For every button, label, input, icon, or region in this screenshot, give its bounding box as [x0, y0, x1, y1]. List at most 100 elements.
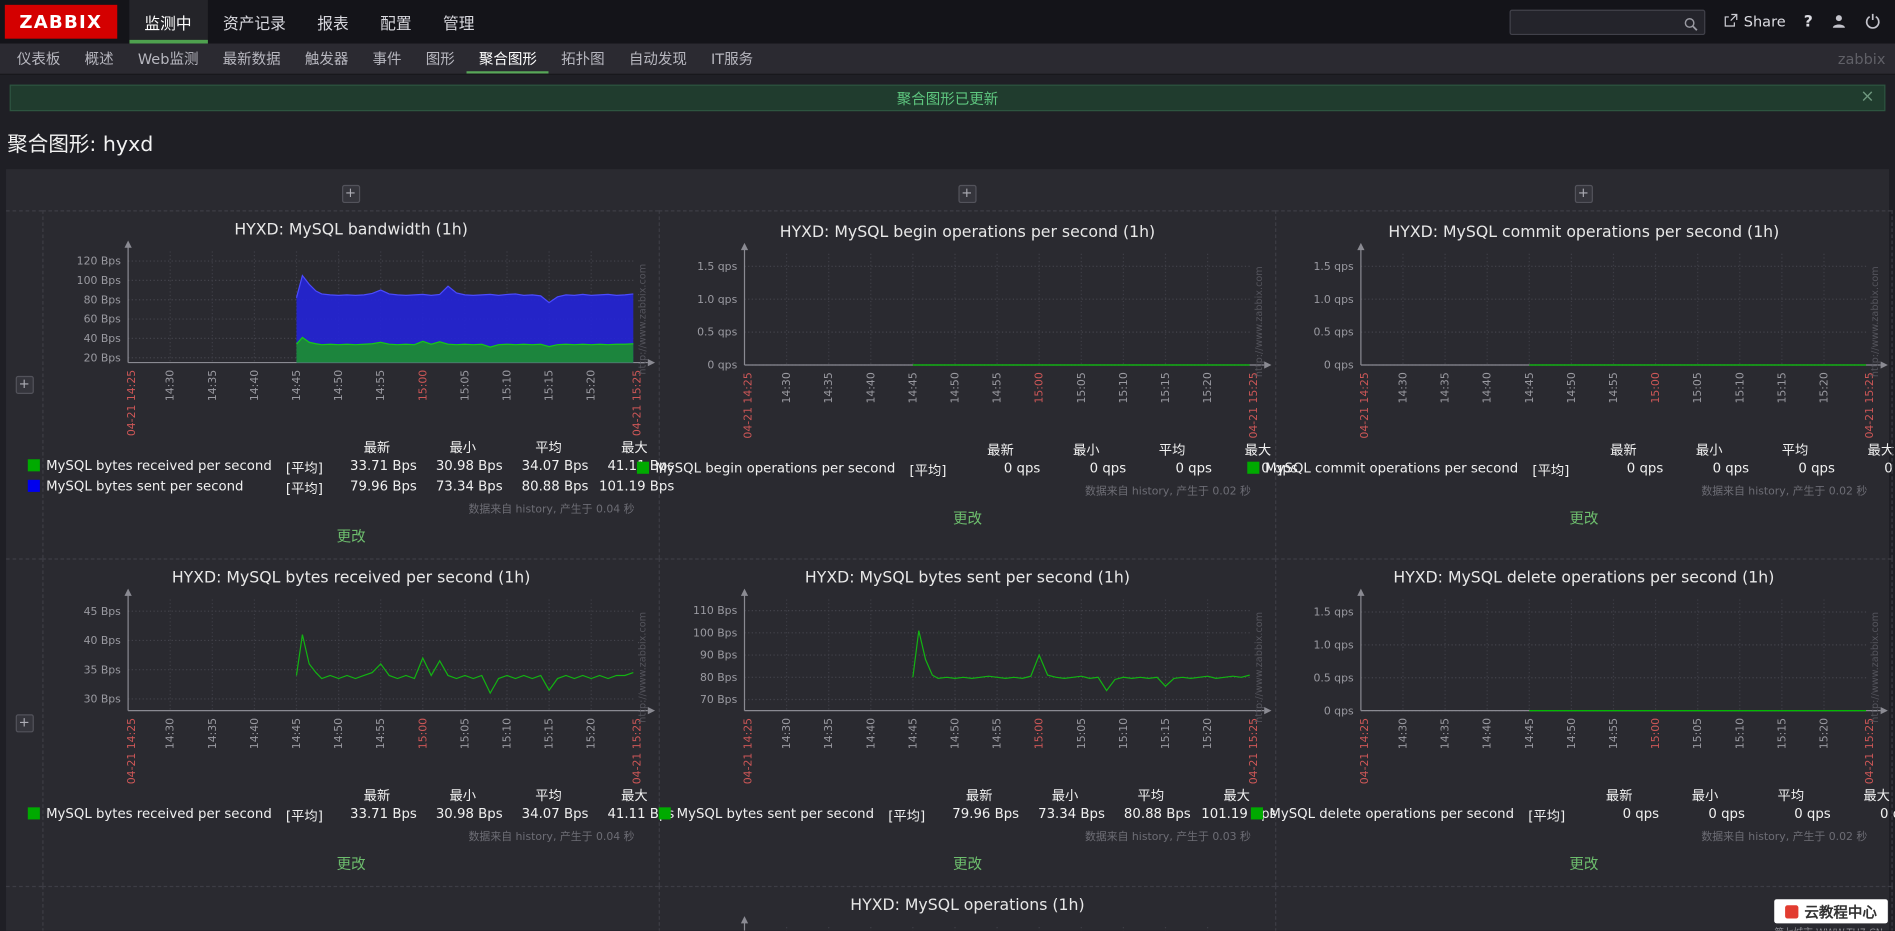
- column-header-cell: +: [42, 176, 658, 210]
- y-tick-label: 100 Bps: [77, 274, 122, 287]
- x-tick-label: 14:40: [1481, 718, 1494, 749]
- tab-latest-data[interactable]: 最新数据: [211, 44, 293, 74]
- legend-stat-value: 0 qps: [1175, 460, 1212, 477]
- x-tick-label: 14:35: [206, 718, 219, 749]
- legend-calc-type: [平均]: [1532, 462, 1570, 479]
- menu-configuration[interactable]: 配置: [364, 0, 427, 44]
- x-tick-label: 14:35: [822, 718, 835, 749]
- add-column-button[interactable]: +: [957, 184, 976, 203]
- menu-administration[interactable]: 管理: [427, 0, 490, 44]
- graph-canvas: 0.3 qps0.2 qps0.1 qps0 qps14:3014:3514:4…: [740, 916, 1209, 931]
- x-edge-label: 04-21 14:25: [125, 370, 138, 436]
- tab-web[interactable]: Web监测: [126, 44, 211, 74]
- share-button[interactable]: Share: [1723, 13, 1786, 31]
- y-tick-label: 110 Bps: [693, 604, 738, 617]
- zabbix-watermark: http://www.zabbix.com: [637, 612, 648, 723]
- legend-spacer: [901, 440, 954, 459]
- change-link[interactable]: 更改: [953, 510, 982, 527]
- top-filler-cell: [1891, 176, 1892, 210]
- profile-button[interactable]: [1831, 10, 1847, 33]
- add-row-button[interactable]: +: [15, 375, 34, 395]
- y-tick-label: 35 Bps: [84, 663, 122, 676]
- legend-stat-value: 0 qps: [1798, 460, 1835, 477]
- change-link[interactable]: 更改: [953, 856, 982, 873]
- legend-spacer: [1251, 786, 1514, 805]
- legend-calc-type: [平均]: [909, 462, 947, 479]
- screen-corner: [6, 176, 42, 210]
- legend-spacer: [1524, 440, 1577, 459]
- x-tick-label: 15:15: [1159, 372, 1172, 403]
- legend-stat-header: 最小: [1051, 788, 1079, 804]
- graph-title: HYXD: MySQL bytes sent per second (1h): [804, 569, 1131, 588]
- legend-calc-type: [平均]: [285, 481, 323, 497]
- legend-stat-value: 73.34 Bps: [1038, 806, 1105, 822]
- tab-discovery[interactable]: 自动发现: [617, 44, 699, 74]
- x-tick-label: 14:40: [248, 370, 261, 401]
- legend-spacer: [880, 786, 933, 805]
- graph-action-row: 更改: [1276, 505, 1891, 528]
- add-row-button[interactable]: +: [15, 713, 34, 732]
- x-tick-label: 14:40: [864, 372, 877, 403]
- row-filler-cell: [1891, 558, 1893, 886]
- tab-screens[interactable]: 聚合图形: [467, 44, 549, 74]
- server-name-label: zabbix: [1837, 50, 1886, 68]
- change-link[interactable]: 更改: [337, 856, 366, 873]
- tab-events[interactable]: 事件: [360, 44, 413, 74]
- y-tick-label: 60 Bps: [84, 313, 122, 326]
- tab-it-services[interactable]: IT服务: [699, 44, 765, 74]
- graph-action-row: 更改: [660, 505, 1275, 528]
- legend-stat-header: 最小: [449, 788, 477, 804]
- y-tick-label: 1.5 qps: [697, 260, 738, 273]
- search-icon[interactable]: [1683, 14, 1698, 37]
- change-link[interactable]: 更改: [337, 528, 366, 545]
- x-tick-label: 14:30: [1396, 718, 1409, 749]
- tab-overview[interactable]: 概述: [73, 44, 126, 74]
- message-close-icon[interactable]: ×: [1860, 87, 1874, 106]
- tab-dashboard[interactable]: 仪表板: [5, 44, 73, 74]
- legend-calc-type: [平均]: [285, 460, 323, 477]
- x-tick-label: 15:15: [1159, 718, 1172, 749]
- change-link[interactable]: 更改: [1569, 510, 1598, 527]
- x-tick-label: 15:05: [458, 718, 471, 749]
- topnav-right-cluster: Share ?: [1509, 0, 1895, 44]
- legend-swatch: [27, 807, 41, 820]
- y-tick-label: 1.5 qps: [1313, 260, 1354, 273]
- legend-stat-header: 最小: [449, 439, 477, 456]
- graph-legend: 最新 最小 平均 最大 MySQL bytes received per second[…: [27, 438, 674, 498]
- x-edge-label: 04-21 15:25: [630, 370, 643, 436]
- add-column-button[interactable]: +: [1574, 184, 1593, 203]
- x-tick-label: 14:55: [991, 718, 1004, 749]
- tab-triggers[interactable]: 触发器: [293, 44, 361, 74]
- help-button[interactable]: ?: [1804, 13, 1813, 31]
- graph-action-row: 更改: [1276, 851, 1891, 874]
- search-input[interactable]: [1509, 9, 1706, 35]
- menu-inventory[interactable]: 资产记录: [207, 0, 301, 44]
- tab-graphs[interactable]: 图形: [414, 44, 467, 74]
- x-tick-label: 14:45: [290, 370, 303, 401]
- graph-generation-note: 数据来自 history, 产生于 0.03 秒: [1084, 831, 1251, 844]
- legend-stat-header: 平均: [1777, 788, 1805, 804]
- graph-canvas: 1.5 qps 1.0 qps 0.5 qps 0 qps 14:30 14:35 14:4…: [697, 242, 1272, 439]
- x-tick-label: 14:55: [1607, 372, 1620, 403]
- graph-canvas: 1.5 qps 1.0 qps 0.5 qps 0 qps 14:30 14:35 14:4…: [1313, 242, 1888, 439]
- y-tick-label: 1.0 qps: [1313, 638, 1354, 651]
- badge-text: 云教程中心: [1804, 903, 1877, 921]
- graph-title: HYXD: MySQL delete operations per second…: [1393, 569, 1775, 588]
- menu-reports[interactable]: 报表: [302, 0, 365, 44]
- menu-monitoring[interactable]: 监测中: [128, 0, 208, 44]
- logout-button[interactable]: [1865, 10, 1881, 33]
- legend-stat-header: 平均: [535, 788, 562, 804]
- zabbix-watermark: http://www.zabbix.com: [1870, 612, 1881, 723]
- add-column-button[interactable]: +: [341, 184, 360, 203]
- main-menu: 监测中 资产记录 报表 配置 管理: [128, 0, 490, 44]
- y-tick-label: 1.0 qps: [1313, 293, 1354, 306]
- legend-stat-header: 平均: [535, 439, 562, 456]
- change-link[interactable]: 更改: [1569, 856, 1598, 873]
- legend-stat-value: 0 qps: [1089, 460, 1127, 477]
- zabbix-logo[interactable]: ZABBIX: [4, 4, 117, 39]
- x-tick-label: 14:45: [1523, 372, 1536, 403]
- x-tick-label: 15:15: [1775, 372, 1788, 403]
- screen-cell: HYXD: MySQL begin operations per second …: [637, 210, 1298, 559]
- legend-series-name: MySQL bytes received per second: [27, 458, 272, 477]
- tab-maps[interactable]: 拓扑图: [549, 44, 617, 74]
